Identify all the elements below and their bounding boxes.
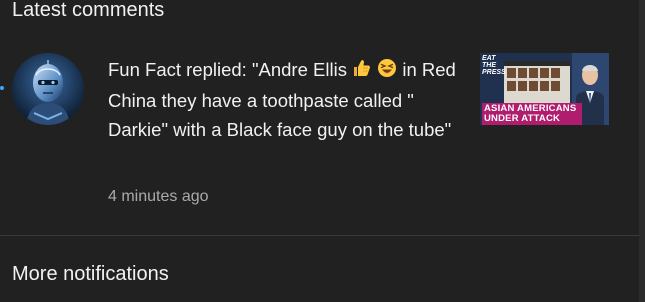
laughing-face-icon: [377, 57, 397, 86]
notification-text-part1: Fun Fact replied: "Andre Ellis: [108, 59, 353, 80]
thumbnail-logo: EAT THE PRESS: [482, 55, 506, 76]
more-notifications-header: More notifications: [12, 263, 169, 285]
robot-avatar-icon: [12, 53, 84, 125]
section-divider: [0, 235, 639, 236]
notification-message[interactable]: Fun Fact replied: "Andre Ellis in Red Ch…: [108, 55, 458, 144]
notification-timestamp: 4 minutes ago: [108, 188, 209, 205]
avatar[interactable]: [12, 53, 84, 125]
thumbnail-caption: ASIAN AMERICANS UNDER ATTACK: [482, 103, 582, 125]
unread-indicator: [0, 86, 4, 90]
latest-comments-header: Latest comments: [12, 0, 165, 21]
scrollbar-track[interactable]: [639, 0, 645, 302]
video-thumbnail[interactable]: EAT THE PRESS ASIAN AMERICANS UNDER ATTA…: [480, 53, 609, 125]
notifications-panel: Latest comments Fun Fact replied: "Andre…: [0, 0, 645, 302]
thumbs-up-icon: [352, 57, 372, 86]
